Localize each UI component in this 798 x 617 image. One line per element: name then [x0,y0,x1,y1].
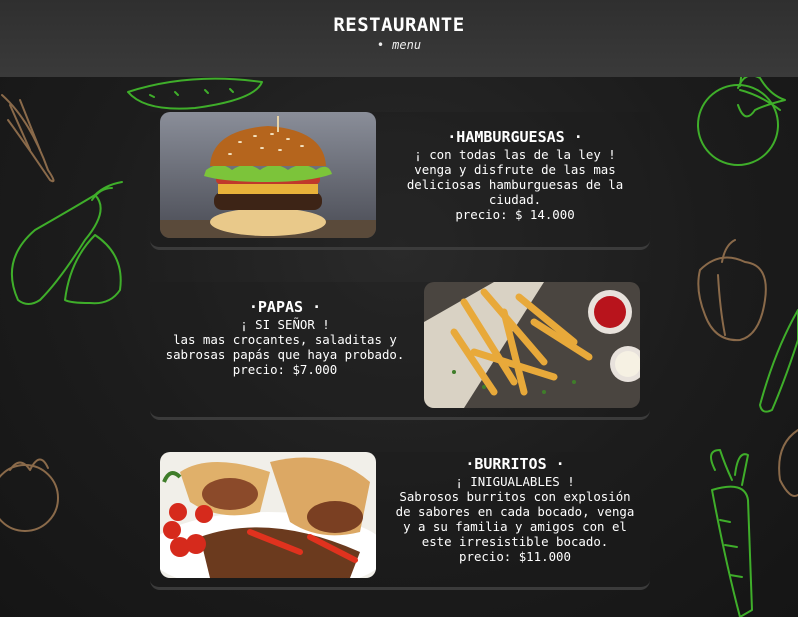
burrito-image [160,452,376,578]
menu-price: precio: $11.000 [459,549,571,564]
onion-doodle-bottomright [778,429,798,497]
eggplant-doodle-left [10,181,123,305]
hamburger-image [160,112,376,238]
menu-text-papas: PAPAS ¡ SI SEÑOR ! las mas crocantes, sa… [165,298,405,424]
tomato-doodle-topright [697,69,786,166]
cucumber-doodle-top [127,77,263,110]
nav-link-menu[interactable]: menu [0,38,798,52]
menu-text-burritos: BURRITOS ¡ INIGUALABLES ! Sabrosos burri… [395,455,635,581]
menu-description: las mas crocantes, saladitas y sabrosas … [165,332,405,362]
tomato-doodle-bottomleft [0,458,59,532]
menu-description: Sabrosos burritos con explosión de sabor… [395,489,635,549]
menu-card-hamburguesas: HAMBURGUESAS ¡ con todas las de la ley !… [150,112,650,250]
menu-tagline: ¡ con todas las de la ley ! [414,147,616,162]
menu-tagline: ¡ INIGUALABLES ! [455,474,575,489]
menu-title: PAPAS [165,298,405,316]
pepper-doodle-right [697,239,767,342]
carrot-doodle-bottomright [710,449,753,617]
menu-price: precio: $7.000 [232,362,338,377]
menu-card-papas: PAPAS ¡ SI SEÑOR ! las mas crocantes, sa… [150,282,650,420]
menu-description: venga y disfrute de las mas deliciosas h… [406,162,624,207]
carrot-doodle-topleft [1,94,55,183]
fries-image [424,282,640,408]
cucumber-doodle-right [759,309,798,413]
menu-price: precio: $ 14.000 [455,207,575,222]
menu-text-hamburguesas: HAMBURGUESAS ¡ con todas las de la ley !… [395,128,635,254]
menu-title: HAMBURGUESAS [395,128,635,146]
menu-card-burritos: BURRITOS ¡ INIGUALABLES ! Sabrosos burri… [150,452,650,590]
menu-tagline: ¡ SI SEÑOR ! [240,317,330,332]
site-header: RESTAURANTE menu [0,0,798,77]
menu-title: BURRITOS [395,455,635,473]
brand-title[interactable]: RESTAURANTE [0,0,798,36]
